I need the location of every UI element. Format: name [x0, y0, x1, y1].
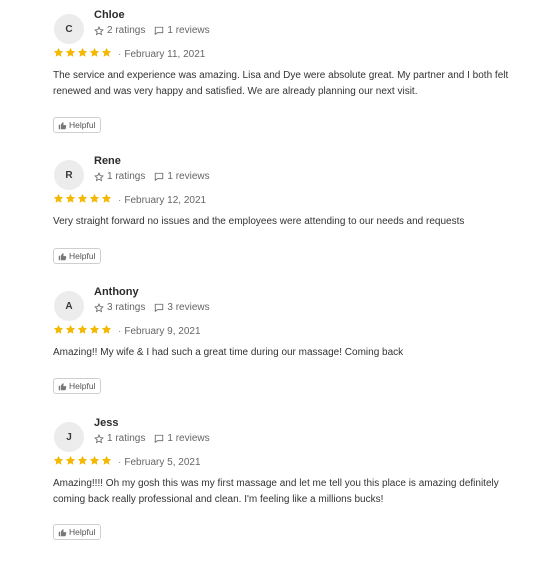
star-icon: [53, 47, 64, 57]
star-icon: [77, 193, 88, 203]
review-text: Very straight forward no issues and the …: [53, 216, 465, 227]
ratings-count-text: 3 ratings: [107, 302, 146, 313]
helpful-label: Helpful: [69, 251, 96, 261]
star-icon: [101, 324, 112, 334]
helpful-button[interactable]: Helpful: [53, 248, 102, 264]
ratings-count: 1 ratings: [94, 432, 145, 446]
reviews-count-text: 3 reviews: [167, 302, 210, 313]
star-icon: [53, 193, 64, 203]
review-text: Amazing!! My wife & I had such a great t…: [53, 347, 404, 358]
avatar[interactable]: A: [54, 291, 84, 321]
ratings-count: 3 ratings: [94, 301, 145, 315]
star-icon: [65, 47, 76, 57]
rating-row: · February 5, 2021: [53, 455, 201, 471]
star-icon: [89, 47, 100, 57]
star-icon: [77, 47, 88, 57]
ratings-count-text: 1 ratings: [107, 171, 146, 182]
helpful-label: Helpful: [69, 120, 96, 130]
reviews-count: 3 reviews: [154, 301, 210, 315]
helpful-label: Helpful: [69, 527, 96, 537]
rating-row: · February 11, 2021: [53, 47, 205, 63]
star-icon: [101, 47, 112, 57]
review-text: The service and experience was amazing. …: [53, 70, 509, 97]
review-text: Amazing!!!! Oh my gosh this was my first…: [53, 478, 499, 505]
avatar[interactable]: J: [54, 422, 84, 452]
comment-icon: [155, 434, 164, 444]
avatar[interactable]: C: [54, 14, 84, 44]
review-date: February 5, 2021: [124, 457, 201, 468]
helpful-button[interactable]: Helpful: [53, 378, 102, 394]
reviews-count-text: 1 reviews: [167, 171, 210, 182]
star-icon: [101, 193, 112, 203]
comment-icon: [155, 26, 164, 36]
ratings-count-text: 2 ratings: [107, 25, 146, 36]
reviews-count: 1 reviews: [154, 170, 210, 184]
star-icon: [101, 455, 112, 465]
reviews-count: 1 reviews: [154, 24, 210, 38]
separator-dot: ·: [118, 195, 122, 206]
review-date: February 11, 2021: [124, 49, 206, 60]
comment-icon: [155, 303, 164, 313]
thumbs-up-icon: [58, 528, 67, 536]
reviewer-name[interactable]: Rene: [94, 154, 121, 168]
star-icon: [77, 324, 88, 334]
helpful-button[interactable]: Helpful: [53, 117, 102, 133]
star-outline-icon: [94, 303, 104, 313]
star-icon: [65, 455, 76, 465]
star-icon: [53, 455, 64, 465]
reviews-count-text: 1 reviews: [167, 433, 210, 444]
rating-row: · February 12, 2021: [53, 193, 206, 209]
star-icon: [89, 193, 100, 203]
reviewer-meta: 1 ratings 1 reviews: [94, 432, 210, 446]
reviewer-name[interactable]: Jess: [94, 416, 118, 430]
ratings-count: 2 ratings: [94, 24, 145, 38]
reviewer-name[interactable]: Chloe: [94, 8, 125, 22]
separator-dot: ·: [118, 49, 122, 60]
thumbs-up-icon: [58, 121, 67, 129]
review-date: February 9, 2021: [124, 326, 201, 337]
star-rating: [53, 47, 113, 63]
reviewer-meta: 1 ratings 1 reviews: [94, 170, 210, 184]
star-icon: [89, 455, 100, 465]
star-rating: [53, 324, 113, 340]
ratings-count-text: 1 ratings: [107, 433, 146, 444]
rating-row: · February 9, 2021: [53, 324, 201, 340]
star-rating: [53, 455, 113, 471]
star-icon: [65, 324, 76, 334]
review-date: February 12, 2021: [124, 195, 207, 206]
thumbs-up-icon: [58, 252, 67, 260]
separator-dot: ·: [118, 457, 122, 468]
helpful-button[interactable]: Helpful: [53, 524, 102, 540]
star-outline-icon: [94, 26, 104, 36]
reviews-count-text: 1 reviews: [167, 25, 210, 36]
star-rating: [53, 193, 113, 209]
star-icon: [77, 455, 88, 465]
avatar[interactable]: R: [54, 160, 84, 190]
separator-dot: ·: [118, 326, 122, 337]
comment-icon: [155, 172, 164, 182]
reviewer-name[interactable]: Anthony: [94, 285, 139, 299]
reviews-count: 1 reviews: [154, 432, 210, 446]
star-outline-icon: [94, 172, 104, 182]
reviewer-meta: 3 ratings 3 reviews: [94, 301, 210, 315]
star-icon: [89, 324, 100, 334]
star-icon: [65, 193, 76, 203]
thumbs-up-icon: [58, 382, 67, 390]
star-outline-icon: [94, 434, 104, 444]
ratings-count: 1 ratings: [94, 170, 145, 184]
reviewer-meta: 2 ratings 1 reviews: [94, 24, 210, 38]
star-icon: [53, 324, 64, 334]
helpful-label: Helpful: [69, 381, 96, 391]
